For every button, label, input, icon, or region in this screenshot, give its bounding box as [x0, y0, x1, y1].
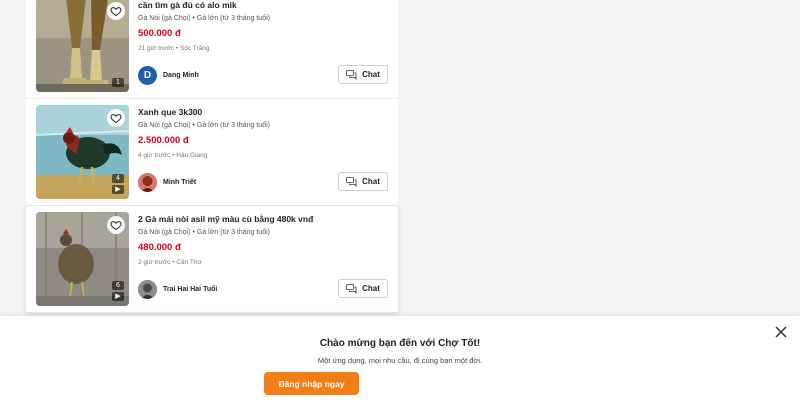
- seller-name: Trai Hai Hai Tuổi: [163, 286, 218, 293]
- avatar-image: [138, 173, 157, 192]
- avatar: D: [138, 66, 157, 85]
- chat-button[interactable]: Chat: [338, 279, 388, 298]
- chat-button[interactable]: Chat: [338, 65, 388, 84]
- save-favorite-button[interactable]: [107, 109, 125, 127]
- login-button[interactable]: Đăng nhập ngay: [264, 372, 359, 395]
- welcome-title: Chào mừng bạn đến với Chợ Tốt!: [319, 338, 481, 349]
- listing-item[interactable]: 6 ▶ 2 Gà mái nòi asil mỹ màu cù bằng 480…: [26, 206, 398, 313]
- seller-info[interactable]: D Dang Minh: [138, 66, 199, 85]
- category-name: Gà Nòi (gà Chọi): [138, 15, 191, 22]
- save-favorite-button[interactable]: [107, 2, 125, 20]
- welcome-subtitle: Một ứng dụng, mọi nhu cầu, đi cùng bạn m…: [317, 356, 483, 365]
- listing-price: 2.500.000 đ: [138, 135, 189, 146]
- separator: •: [192, 122, 195, 129]
- seller-name: Minh Triết: [163, 179, 197, 186]
- listing-category: Gà Nòi (gà Chọi) • Gà lớn (từ 3 tháng tu…: [138, 121, 388, 130]
- listing-title[interactable]: Xanh que 3k300: [138, 107, 388, 118]
- chat-button[interactable]: Chat: [338, 172, 388, 191]
- listing-info: Xanh que 3k300 Gà Nòi (gà Chọi) • Gà lớn…: [138, 107, 388, 160]
- chat-icon: [346, 69, 357, 80]
- age-group: Gà lớn (từ 3 tháng tuổi): [196, 122, 270, 129]
- separator: •: [192, 229, 195, 236]
- heart-icon: [110, 114, 122, 124]
- listing-meta: 2 giờ trước • Cần Thơ: [138, 259, 388, 267]
- listing-thumbnail[interactable]: 6 ▶: [36, 212, 129, 306]
- heart-icon: [110, 7, 122, 17]
- image-count-badge: 1: [112, 78, 124, 87]
- chat-icon: [346, 176, 357, 187]
- listing-title[interactable]: cần tìm gà đủ có alo mik: [138, 0, 388, 11]
- image-count-badge: 4: [112, 174, 124, 183]
- category-name: Gà Nòi (gà Chọi): [138, 229, 191, 236]
- age-group: Gà lớn (từ 3 tháng tuổi): [196, 229, 270, 236]
- posted-time: 4 giờ trước: [138, 152, 171, 159]
- separator: •: [172, 152, 175, 159]
- posted-time: 21 giờ trước: [138, 45, 174, 52]
- listing-item[interactable]: 1 cần tìm gà đủ có alo mik Gà Nòi (gà Ch…: [26, 0, 398, 99]
- listing-thumbnail[interactable]: 1: [36, 0, 129, 92]
- listing-price: 480.000 đ: [138, 242, 181, 253]
- video-icon: ▶: [112, 292, 124, 301]
- listing-item[interactable]: 4 ▶ Xanh que 3k300 Gà Nòi (gà Chọi) • Gà…: [26, 99, 398, 206]
- chat-label: Chat: [362, 70, 380, 79]
- listing-meta: 21 giờ trước • Sóc Trăng: [138, 45, 388, 53]
- location: Cần Thơ: [176, 259, 202, 266]
- separator: •: [192, 15, 195, 22]
- listing-category: Gà Nòi (gà Chọi) • Gà lớn (từ 3 tháng tu…: [138, 14, 388, 23]
- listing-list: 1 cần tìm gà đủ có alo mik Gà Nòi (gà Ch…: [26, 0, 398, 313]
- listing-price: 500.000 đ: [138, 28, 181, 39]
- seller-info[interactable]: Minh Triết: [138, 173, 196, 192]
- seller-info[interactable]: Trai Hai Hai Tuổi: [138, 280, 217, 299]
- save-favorite-button[interactable]: [107, 216, 125, 234]
- listing-info: cần tìm gà đủ có alo mik Gà Nòi (gà Chọi…: [138, 0, 388, 53]
- listing-category: Gà Nòi (gà Chọi) • Gà lớn (từ 3 tháng tu…: [138, 228, 388, 237]
- image-count-badge: 6: [112, 281, 124, 290]
- chat-icon: [346, 283, 357, 294]
- listing-thumbnail[interactable]: 4 ▶: [36, 105, 129, 199]
- separator: •: [172, 259, 175, 266]
- chat-label: Chat: [362, 177, 380, 186]
- location: Hậu Giang: [176, 152, 208, 159]
- heart-icon: [110, 221, 122, 231]
- close-banner-button[interactable]: [773, 324, 789, 340]
- separator: •: [175, 45, 179, 52]
- listing-title[interactable]: 2 Gà mái nòi asil mỹ màu cù bằng 480k vn…: [138, 214, 388, 225]
- avatar-image: [138, 280, 157, 299]
- chat-label: Chat: [362, 284, 380, 293]
- video-icon: ▶: [112, 185, 124, 194]
- avatar: [138, 173, 157, 192]
- avatar: [138, 280, 157, 299]
- listing-info: 2 Gà mái nòi asil mỹ màu cù bằng 480k vn…: [138, 214, 388, 267]
- age-group: Gà lớn (từ 3 tháng tuổi): [196, 15, 270, 22]
- close-icon: [775, 326, 787, 338]
- category-name: Gà Nòi (gà Chọi): [138, 122, 191, 129]
- listing-meta: 4 giờ trước • Hậu Giang: [138, 152, 388, 160]
- welcome-banner: Chào mừng bạn đến với Chợ Tốt! Một ứng d…: [0, 316, 800, 400]
- page: 1 cần tìm gà đủ có alo mik Gà Nòi (gà Ch…: [0, 0, 800, 400]
- location: Sóc Trăng: [179, 45, 210, 52]
- posted-time: 2 giờ trước: [138, 259, 171, 266]
- seller-name: Dang Minh: [163, 72, 199, 79]
